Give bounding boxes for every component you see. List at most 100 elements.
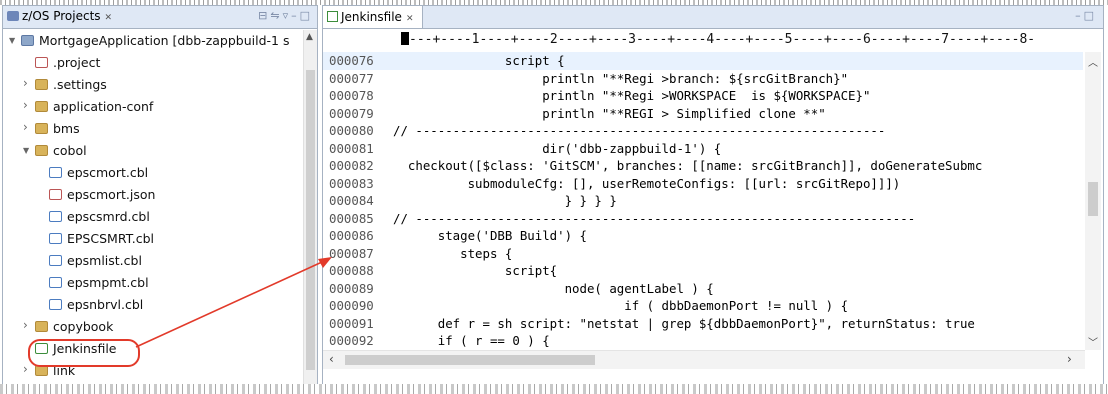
- link-editor-icon[interactable]: ⇋: [270, 9, 282, 22]
- code-line[interactable]: 000083 submoduleCfg: [], userRemoteConfi…: [323, 175, 1083, 193]
- tree-item-label: .settings: [53, 77, 107, 92]
- tree-item-label: epscsmrd.cbl: [67, 209, 150, 224]
- scroll-up-icon[interactable]: ▲: [306, 32, 313, 42]
- tree-item[interactable]: EPSCSMRT.cbl: [3, 228, 303, 250]
- code-text[interactable]: if ( dbbDaemonPort != null ) {: [393, 298, 848, 313]
- code-text[interactable]: steps {: [393, 246, 512, 261]
- collapsed-twisty-icon[interactable]: ›: [23, 98, 28, 112]
- code-line[interactable]: 000080 // -------------------------------…: [323, 122, 1083, 140]
- code-text[interactable]: println "**REGI > Simplified clone **": [393, 106, 825, 121]
- tree-item[interactable]: ▼ MortgageApplication [dbb-zappbuild-1 s: [3, 30, 303, 52]
- collapsed-twisty-icon[interactable]: ›: [23, 76, 28, 90]
- code-text[interactable]: // -------------------------------------…: [393, 211, 915, 226]
- code-line[interactable]: 000091 def r = sh script: "netstat | gre…: [323, 315, 1083, 333]
- line-number: 000087: [329, 245, 374, 261]
- line-number: 000076: [329, 53, 374, 68]
- code-line[interactable]: 000086 stage('DBB Build') {: [323, 227, 1083, 245]
- file-icon: [49, 167, 62, 178]
- scroll-left-icon[interactable]: ‹: [329, 352, 334, 366]
- close-icon[interactable]: ✕: [406, 14, 414, 24]
- torn-edge-bottom: [0, 384, 1108, 394]
- collapse-all-icon[interactable]: ⊟: [258, 9, 270, 22]
- code-line[interactable]: 000085 // -------------------------------…: [323, 210, 1083, 228]
- code-line[interactable]: 000090 if ( dbbDaemonPort != null ) {: [323, 297, 1083, 315]
- tree-item-label: link: [53, 363, 76, 378]
- code-text[interactable]: // -------------------------------------…: [393, 123, 885, 138]
- tree-item[interactable]: › copybook: [3, 316, 303, 338]
- code-text[interactable]: if ( r == 0 ) {: [393, 333, 550, 348]
- minimize-icon[interactable]: –: [1075, 9, 1084, 22]
- code-text[interactable]: script{: [393, 263, 557, 278]
- expanded-twisty-icon[interactable]: ▼: [23, 146, 29, 155]
- collapsed-twisty-icon[interactable]: ›: [23, 120, 28, 134]
- code-line[interactable]: 000087 steps {: [323, 245, 1083, 263]
- scroll-up-icon[interactable]: ︿: [1088, 54, 1098, 69]
- code-line[interactable]: 000088 script{: [323, 262, 1083, 280]
- tree-item[interactable]: epsnbrvl.cbl: [3, 294, 303, 316]
- scrollbar-thumb[interactable]: [1088, 182, 1098, 216]
- code-text[interactable]: node( agentLabel ) {: [393, 281, 714, 296]
- line-number: 000077: [329, 70, 374, 86]
- view-menu-icon[interactable]: ▿: [283, 9, 292, 22]
- view-toolbar[interactable]: ⊟⇋▿–□: [258, 9, 313, 22]
- tree-item[interactable]: › link: [3, 360, 303, 382]
- collapsed-twisty-icon[interactable]: ›: [23, 318, 28, 332]
- explorer-view-tab[interactable]: z/OS Projects ✕ ⊟⇋▿–□: [3, 6, 317, 29]
- tree-item-label: .project: [53, 55, 101, 70]
- line-number: 000080: [329, 123, 374, 138]
- file-icon: [49, 189, 62, 200]
- editor-tab-jenkinsfile[interactable]: Jenkinsfile ✕: [323, 6, 423, 28]
- code-line[interactable]: 000089 node( agentLabel ) {: [323, 280, 1083, 298]
- scrollbar-thumb[interactable]: [306, 70, 315, 370]
- editor-horizontal-scrollbar[interactable]: ‹ ›: [323, 350, 1085, 369]
- tree-item[interactable]: epsmpmt.cbl: [3, 272, 303, 294]
- code-text[interactable]: dir('dbb-zappbuild-1') {: [393, 141, 721, 156]
- explorer-vertical-scrollbar[interactable]: ▲: [303, 30, 317, 386]
- editor-toolbar[interactable]: –□: [1075, 9, 1097, 22]
- code-text[interactable]: } } } }: [393, 193, 617, 208]
- collapsed-twisty-icon[interactable]: ›: [23, 362, 28, 376]
- code-line[interactable]: 000079 println "**REGI > Simplified clon…: [323, 105, 1083, 123]
- file-icon: [49, 277, 62, 288]
- tree-item-label: Jenkinsfile: [53, 341, 117, 356]
- code-text[interactable]: stage('DBB Build') {: [393, 228, 587, 243]
- tree-item[interactable]: epscmort.json: [3, 184, 303, 206]
- scroll-down-icon[interactable]: ﹀: [1088, 334, 1098, 349]
- close-icon[interactable]: ✕: [105, 13, 113, 23]
- tree-item[interactable]: .project: [3, 52, 303, 74]
- tree-item[interactable]: epsmlist.cbl: [3, 250, 303, 272]
- scrollbar-thumb[interactable]: [345, 355, 595, 365]
- code-text[interactable]: submoduleCfg: [], userRemoteConfigs: [[u…: [393, 176, 901, 191]
- maximize-icon[interactable]: □: [300, 9, 313, 22]
- tree-item[interactable]: › application-conf: [3, 96, 303, 118]
- tree-item[interactable]: › .settings: [3, 74, 303, 96]
- code-text[interactable]: checkout([$class: 'GitSCM', branches: [[…: [393, 158, 982, 173]
- code-area[interactable]: 000076 script {000077 println "**Regi >b…: [323, 52, 1083, 350]
- tree-item-label: epsmlist.cbl: [67, 253, 142, 268]
- line-number: 000092: [329, 333, 374, 348]
- code-line[interactable]: 000084 } } } }: [323, 192, 1083, 210]
- explorer-tab-title[interactable]: z/OS Projects ✕: [7, 9, 112, 23]
- code-line[interactable]: 000082 checkout([$class: 'GitSCM', branc…: [323, 157, 1083, 175]
- tree-item[interactable]: Jenkinsfile: [3, 338, 303, 360]
- tree-item[interactable]: epscmort.cbl: [3, 162, 303, 184]
- expanded-twisty-icon[interactable]: ▼: [9, 36, 15, 45]
- code-line[interactable]: 000081 dir('dbb-zappbuild-1') {: [323, 140, 1083, 158]
- line-number: 000079: [329, 105, 374, 121]
- code-line[interactable]: 000078 println "**Regi >WORKSPACE is ${W…: [323, 87, 1083, 105]
- tree-item[interactable]: epscsmrd.cbl: [3, 206, 303, 228]
- code-line[interactable]: 000077 println "**Regi >branch: ${srcGit…: [323, 70, 1083, 88]
- code-text[interactable]: def r = sh script: "netstat | grep ${dbb…: [393, 316, 975, 331]
- minimize-icon[interactable]: –: [291, 9, 300, 22]
- code-line[interactable]: 000092 if ( r == 0 ) {: [323, 332, 1083, 350]
- line-number: 000082: [329, 158, 374, 173]
- tree-item[interactable]: ▼ cobol: [3, 140, 303, 162]
- editor-vertical-scrollbar[interactable]: ︿ ﹀: [1085, 52, 1101, 350]
- code-line[interactable]: 000076 script {: [323, 52, 1083, 70]
- code-text[interactable]: println "**Regi >branch: ${srcGitBranch}…: [393, 71, 848, 86]
- tree-item[interactable]: › bms: [3, 118, 303, 140]
- maximize-icon[interactable]: □: [1084, 9, 1097, 22]
- scroll-right-icon[interactable]: ›: [1067, 352, 1072, 366]
- code-text[interactable]: println "**Regi >WORKSPACE is ${WORKSPAC…: [393, 88, 870, 103]
- code-text[interactable]: script {: [393, 53, 565, 68]
